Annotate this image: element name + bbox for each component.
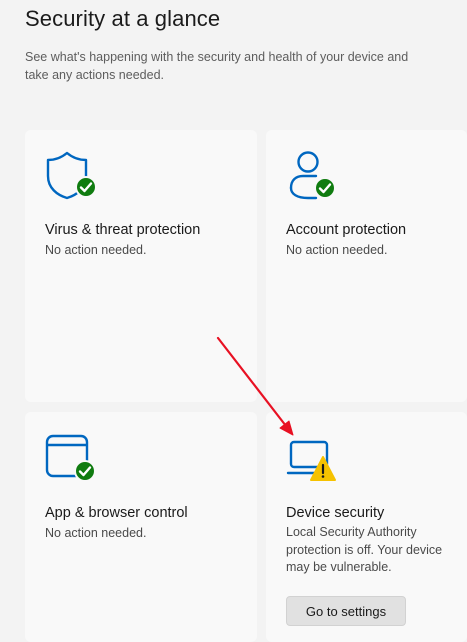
warning-badge-icon	[310, 456, 336, 481]
card-status: Local Security Authority protection is o…	[286, 525, 443, 574]
check-badge-icon	[74, 460, 96, 482]
account-protection-card[interactable]: Account protection No action needed.	[266, 130, 467, 402]
page-description: See what's happening with the security a…	[25, 50, 409, 82]
check-badge-icon	[75, 176, 97, 198]
go-to-settings-button[interactable]: Go to settings	[286, 596, 406, 626]
card-title: Device security	[286, 505, 385, 521]
device-security-card[interactable]: Device security Local Security Authority…	[266, 412, 467, 642]
virus-threat-protection-card[interactable]: Virus & threat protection No action need…	[25, 130, 257, 402]
card-title: Virus & threat protection	[45, 222, 201, 238]
card-status: No action needed.	[45, 526, 147, 540]
card-status: No action needed.	[45, 243, 147, 257]
shield-icon	[45, 150, 101, 202]
laptop-icon	[286, 434, 342, 486]
card-title: App & browser control	[45, 505, 188, 521]
card-status: No action needed.	[286, 243, 388, 257]
browser-window-icon	[45, 434, 101, 486]
card-title: Account protection	[286, 222, 407, 238]
check-badge-icon	[314, 177, 336, 199]
person-icon	[286, 150, 342, 202]
page-title: Security at a glance	[25, 6, 221, 31]
app-browser-control-card[interactable]: App & browser control No action needed.	[25, 412, 257, 642]
